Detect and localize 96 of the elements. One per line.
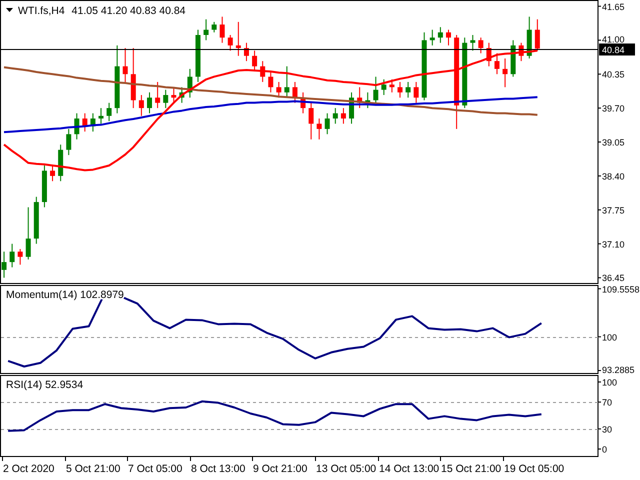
candlestick: [147, 92, 152, 114]
date-label: 9 Oct 21:00: [253, 463, 308, 475]
date-label: 13 Oct 05:00: [316, 463, 376, 475]
candlestick: [470, 34, 476, 52]
candlestick: [534, 18, 540, 52]
candlestick: [389, 78, 394, 93]
axis-label: 0: [602, 444, 608, 455]
ref-line-label: 40.84: [602, 45, 625, 55]
date-label: 19 Oct 05:00: [504, 463, 564, 475]
axis-label: 39.70: [602, 104, 625, 114]
candlestick: [204, 18, 209, 41]
axis-label: 93.2885: [602, 365, 635, 374]
candlestick: [228, 34, 233, 52]
axis-label: 41.65: [602, 2, 625, 12]
candlestick: [292, 81, 298, 104]
axis-label: 37.75: [602, 205, 625, 216]
axis-label: 109.5558: [602, 285, 640, 294]
candlestick: [2, 251, 7, 278]
candlestick: [212, 21, 217, 33]
candlestick: [252, 50, 258, 72]
axis-label: 39.05: [602, 138, 625, 148]
candlestick: [163, 89, 168, 109]
dropdown-triangle-icon[interactable]: [6, 8, 13, 12]
candlestick: [236, 21, 241, 56]
candlestick: [114, 44, 120, 114]
candlestick: [357, 86, 362, 109]
axis-label: 38.40: [602, 171, 625, 182]
candlestick: [332, 108, 338, 124]
candlestick: [478, 37, 484, 54]
candlestick: [510, 40, 516, 78]
candlestick: [90, 112, 96, 132]
candlestick: [130, 48, 136, 109]
candlestick: [462, 37, 468, 109]
candlestick: [260, 60, 266, 82]
candlestick: [42, 165, 47, 208]
candlestick: [10, 243, 15, 268]
candlestick: [316, 118, 322, 140]
axis-label: 30: [602, 424, 612, 434]
candlestick: [82, 112, 88, 132]
candlestick: [494, 52, 500, 75]
candlestick: [98, 108, 104, 124]
candlestick: [171, 86, 176, 104]
candlestick: [195, 29, 200, 82]
candlestick: [276, 81, 282, 98]
candlestick: [50, 165, 56, 182]
candlestick: [430, 29, 435, 46]
candlestick: [398, 81, 403, 98]
candlestick: [187, 68, 192, 98]
candlestick: [349, 92, 354, 124]
axis-label: 37.10: [602, 239, 625, 250]
axis-label: 41.00: [602, 34, 625, 44]
candlestick: [220, 16, 225, 44]
date-label: 5 Oct 21:00: [66, 463, 120, 475]
candlestick: [18, 248, 23, 266]
candlestick: [486, 42, 492, 67]
candlestick: [518, 42, 524, 62]
candlestick: [438, 26, 443, 44]
candlestick: [284, 66, 290, 98]
date-label: 14 Oct 13:00: [379, 463, 440, 475]
candlestick: [406, 81, 411, 98]
candlestick: [26, 206, 31, 260]
candlestick: [381, 78, 386, 96]
candlestick: [34, 196, 39, 244]
date-label: 15 Oct 21:00: [441, 463, 502, 475]
candlestick: [446, 29, 451, 46]
candlestick: [268, 71, 274, 93]
candlestick: [414, 81, 419, 104]
candlestick: [122, 48, 128, 82]
candlestick: [526, 16, 532, 59]
date-label: 8 Oct 13:00: [191, 463, 246, 475]
candlestick: [74, 112, 80, 140]
candlestick: [138, 94, 144, 116]
candlestick: [106, 102, 112, 122]
candlestick: [244, 42, 249, 62]
axis-label: 36.45: [602, 273, 625, 284]
axis-label: 70: [602, 398, 612, 408]
price-quote: 41.05 41.20 40.83 40.84: [72, 5, 186, 17]
date-label: 7 Oct 05:00: [128, 463, 182, 475]
candlestick: [502, 58, 508, 88]
candlestick: [58, 144, 64, 182]
candlestick: [308, 102, 314, 140]
current-price-tag: 40.84: [599, 44, 635, 56]
candlestick: [422, 32, 427, 101]
axis-label: 40.35: [602, 70, 625, 80]
indicator-title: RSI(14) 52.9534: [6, 379, 84, 391]
candlestick: [300, 92, 306, 114]
candlestick: [155, 81, 160, 109]
axis-label: 100: [602, 332, 618, 342]
candlestick: [365, 92, 370, 109]
date-label: 2 Oct 2020: [3, 463, 54, 475]
candlestick: [324, 112, 330, 135]
candlestick: [66, 128, 72, 156]
axis-label: 100: [602, 377, 618, 388]
symbol-label: WTI.fs,H4: [18, 5, 65, 17]
candlestick: [179, 86, 184, 104]
candlestick: [340, 108, 346, 124]
